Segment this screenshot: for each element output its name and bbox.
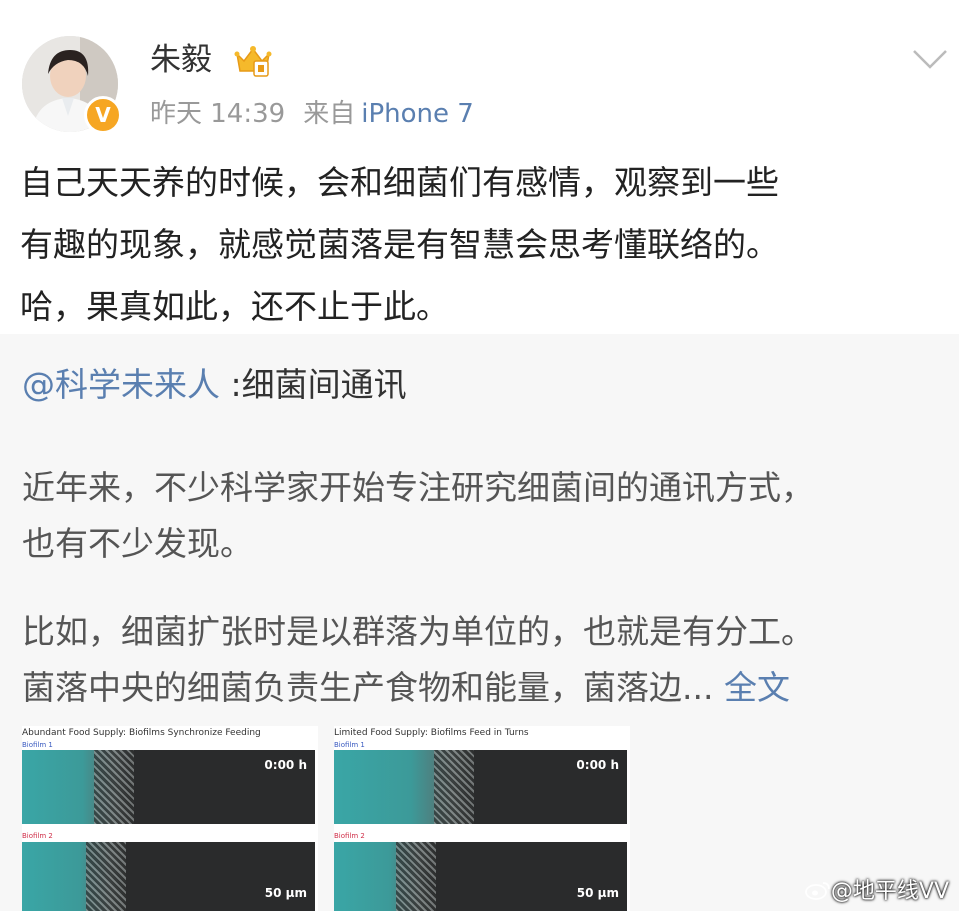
repost-image-2[interactable]: Limited Food Supply: Biofilms Feed in Tu… xyxy=(334,726,630,911)
micrograph-panel: 50 μm xyxy=(334,842,627,911)
timestamp: 0:00 h xyxy=(264,758,307,772)
repost-header: @科学未来人 :细菌间通讯 xyxy=(22,362,407,408)
timestamp: 0:00 h xyxy=(576,758,619,772)
repost-text-line: 菌落中央的细菌负责生产食物和能量，菌落边... 全文 xyxy=(22,660,814,716)
micrograph-panel: 50 μm xyxy=(22,842,315,911)
repost-title: :细菌间通讯 xyxy=(220,365,407,404)
repost-paragraph-2: 比如，细菌扩张时是以群落为单位的，也就是有分工。 菌落中央的细菌负责生产食物和能… xyxy=(22,604,814,716)
image-title: Limited Food Supply: Biofilms Feed in Tu… xyxy=(334,728,529,738)
repost-text-line: 比如，细菌扩张时是以群落为单位的，也就是有分工。 xyxy=(22,612,814,651)
scale-bar-label: 50 μm xyxy=(576,886,619,900)
verified-badge-icon: V xyxy=(84,96,122,134)
repost-text-line: 近年来，不少科学家开始专注研究细菌间的通讯方式， xyxy=(22,468,814,507)
post-time: 昨天 14:39 xyxy=(150,99,286,129)
full-text-link[interactable]: 全文 xyxy=(724,668,790,707)
biofilm-label: Biofilm 1 xyxy=(334,741,365,749)
vip-crown-icon xyxy=(234,46,272,77)
biofilm-label: Biofilm 1 xyxy=(22,741,53,749)
biofilm-label: Biofilm 2 xyxy=(22,832,53,840)
repost-image-1[interactable]: Abundant Food Supply: Biofilms Synchroni… xyxy=(22,726,318,911)
watermark: @地平线VV xyxy=(804,873,949,905)
repost-paragraph-1: 近年来，不少科学家开始专注研究细菌间的通讯方式， 也有不少发现。 xyxy=(22,460,814,572)
repost-card[interactable]: @科学未来人 :细菌间通讯 近年来，不少科学家开始专注研究细菌间的通讯方式， 也… xyxy=(0,334,959,911)
post-text-line: 哈，果真如此，还不止于此。 xyxy=(20,287,449,326)
post-source-prefix: 来自 xyxy=(303,99,356,129)
watermark-text: @地平线VV xyxy=(830,879,949,904)
chevron-down-icon[interactable] xyxy=(910,46,950,72)
repost-text-truncated: 菌落中央的细菌负责生产食物和能量，菌落边... xyxy=(22,668,714,707)
username[interactable]: 朱毅 xyxy=(150,40,212,80)
repost-text-line: 也有不少发现。 xyxy=(22,524,253,563)
repost-mention[interactable]: @科学未来人 xyxy=(22,365,220,404)
post-text-line: 自己天天养的时候，会和细菌们有感情，观察到一些 xyxy=(20,163,779,202)
weibo-logo-icon xyxy=(804,882,830,900)
micrograph-panel: 0:00 h xyxy=(22,750,315,824)
post-meta: 昨天 14:39 来自 iPhone 7 xyxy=(150,96,492,132)
post-source[interactable]: iPhone 7 xyxy=(361,99,474,129)
micrograph-panel: 0:00 h xyxy=(334,750,627,824)
post-text-line: 有趣的现象，就感觉菌落是有智慧会思考懂联络的。 xyxy=(20,225,779,264)
scale-bar-label: 50 μm xyxy=(264,886,307,900)
biofilm-label: Biofilm 2 xyxy=(334,832,365,840)
image-title: Abundant Food Supply: Biofilms Synchroni… xyxy=(22,728,261,738)
post-text: 自己天天养的时候，会和细菌们有感情，观察到一些 有趣的现象，就感觉菌落是有智慧会… xyxy=(20,152,950,338)
post-header: V 朱毅 昨天 14:39 来自 iPhone 7 xyxy=(0,0,959,150)
